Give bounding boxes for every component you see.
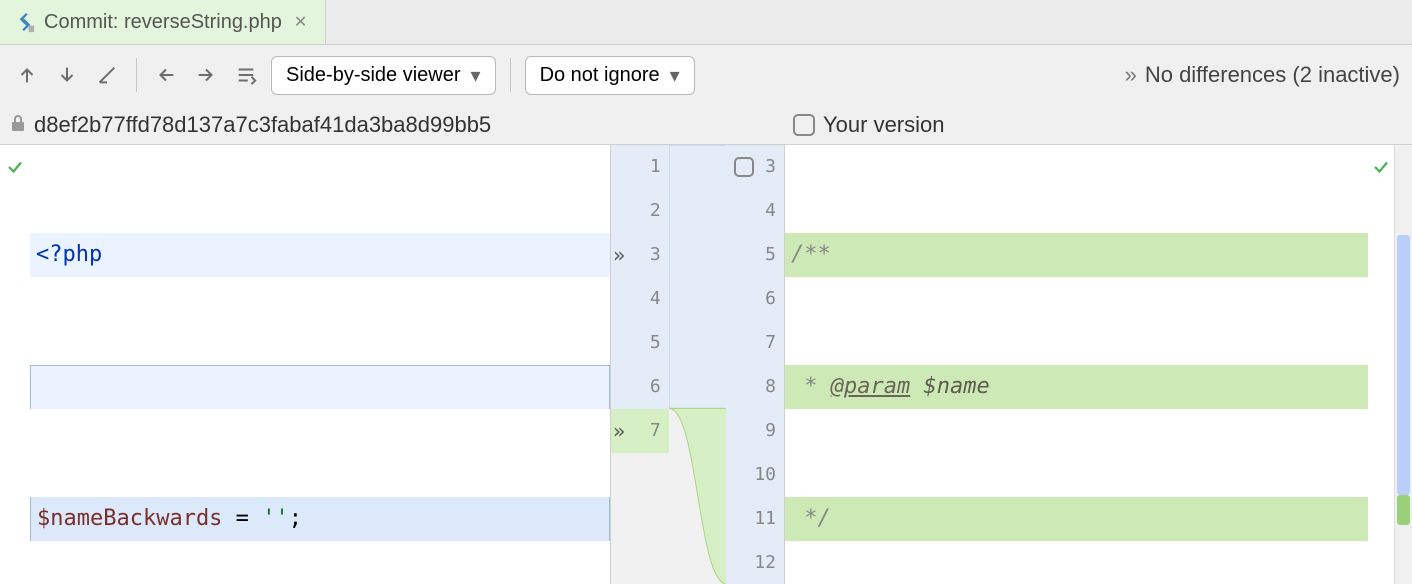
gutter-cell: 11 xyxy=(726,497,784,541)
commit-hash: d8ef2b77ffd78d137a7c3fabaf41da3ba8d99bb5 xyxy=(34,112,491,138)
separator xyxy=(510,58,511,92)
toolbar: Side-by-side viewer ▾ Do not ignore ▾ » … xyxy=(0,45,1412,105)
more-icon[interactable]: » xyxy=(1125,62,1137,88)
gutter-cell: 9 xyxy=(726,409,784,453)
diff-arrows-icon xyxy=(14,11,36,33)
gutter-cell: 7 xyxy=(726,321,784,365)
code-line xyxy=(30,365,610,409)
right-code[interactable]: /** * @param $name */ function reverseSt… xyxy=(785,145,1368,584)
left-code[interactable]: <?php $nameBackwards = ''; for ($i = 0; … xyxy=(30,145,610,584)
vertical-scrollbar[interactable] xyxy=(1394,145,1412,584)
viewer-select-label: Side-by-side viewer xyxy=(286,64,461,87)
gutter-cell: 6 xyxy=(611,365,669,409)
diff-area: <?php $nameBackwards = ''; for ($i = 0; … xyxy=(0,145,1412,584)
gutter-cell: 12 xyxy=(726,541,784,584)
code-line: * @param $name xyxy=(785,365,1368,409)
middle-connector xyxy=(669,145,727,584)
separator xyxy=(136,58,137,92)
gutter-cell: 1 xyxy=(611,145,669,189)
gutter-cell: »7 xyxy=(611,409,669,453)
line-checkbox[interactable] xyxy=(734,157,754,177)
scrollbar-thumb[interactable] xyxy=(1397,235,1410,495)
left-pane: <?php $nameBackwards = ''; for ($i = 0; … xyxy=(0,145,610,584)
apply-right-icon[interactable]: » xyxy=(613,409,625,453)
code-line: $nameBackwards = ''; xyxy=(30,497,610,541)
gutter-cell: 2 xyxy=(611,189,669,233)
readonly-checkbox[interactable] xyxy=(793,114,815,136)
gutter-cell: 4 xyxy=(726,189,784,233)
gutter-cell: 8 xyxy=(726,365,784,409)
gutter-cell: »3 xyxy=(611,233,669,277)
list-icon[interactable] xyxy=(231,60,261,90)
left-marker-gutter xyxy=(0,145,30,584)
edit-icon[interactable] xyxy=(92,60,122,90)
check-icon xyxy=(1372,158,1390,176)
check-icon xyxy=(6,158,24,176)
right-marker-gutter xyxy=(1368,145,1394,584)
gutter-cell: 4 xyxy=(611,277,669,321)
code-line: */ xyxy=(785,497,1368,541)
diff-header: d8ef2b77ffd78d137a7c3fabaf41da3ba8d99bb5… xyxy=(0,105,1412,145)
ignore-select-label: Do not ignore xyxy=(540,64,660,87)
scrollbar-marker xyxy=(1397,495,1410,525)
gutter-cell: 6 xyxy=(726,277,784,321)
center-gutters: 1 2 »3 4 5 6 »7 3 4 5 6 7 8 9 10 11 12 xyxy=(610,145,785,584)
code-line: <?php xyxy=(30,233,610,277)
tab-title: Commit: reverseString.php xyxy=(44,11,282,34)
code-line: /** xyxy=(785,233,1368,277)
lock-icon xyxy=(10,112,26,138)
gutter-cell: 3 xyxy=(726,145,784,189)
back-button[interactable] xyxy=(151,60,181,90)
next-diff-button[interactable] xyxy=(52,60,82,90)
gutter-cell: 5 xyxy=(726,233,784,277)
prev-diff-button[interactable] xyxy=(12,60,42,90)
chevron-down-icon: ▾ xyxy=(471,63,481,88)
status-text: No differences (2 inactive) xyxy=(1145,62,1400,88)
left-line-gutter: 1 2 »3 4 5 6 »7 xyxy=(611,145,669,584)
ignore-select[interactable]: Do not ignore ▾ xyxy=(525,56,695,95)
gutter-cell: 5 xyxy=(611,321,669,365)
gutter-cell: 10 xyxy=(726,453,784,497)
tab-commit[interactable]: Commit: reverseString.php ✕ xyxy=(0,0,326,44)
right-version-label: Your version xyxy=(823,112,944,138)
right-line-gutter: 3 4 5 6 7 8 9 10 11 12 xyxy=(726,145,784,584)
status-bar: » No differences (2 inactive) xyxy=(1125,62,1400,88)
close-icon[interactable]: ✕ xyxy=(290,12,311,32)
right-pane: /** * @param $name */ function reverseSt… xyxy=(785,145,1412,584)
apply-right-icon[interactable]: » xyxy=(613,233,625,277)
viewer-select[interactable]: Side-by-side viewer ▾ xyxy=(271,56,496,95)
forward-button[interactable] xyxy=(191,60,221,90)
chevron-down-icon: ▾ xyxy=(670,63,680,88)
tab-bar: Commit: reverseString.php ✕ xyxy=(0,0,1412,45)
